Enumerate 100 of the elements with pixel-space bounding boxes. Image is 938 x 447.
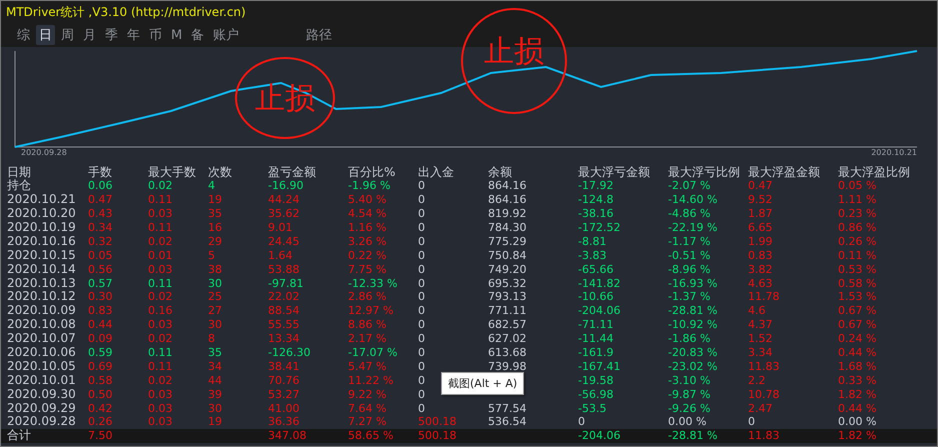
table-cell: 0.47 [748, 179, 772, 192]
date-cell: 2020.10.09 [7, 304, 76, 318]
table-cell: 0 [418, 388, 425, 401]
table-cell: 0 [418, 207, 425, 220]
table-cell: 24.45 [268, 234, 300, 248]
table-cell: -10.66 [578, 290, 614, 304]
table-cell: 0 [418, 290, 425, 304]
table-cell: 749.20 [488, 262, 526, 276]
date-cell: 2020.10.15 [7, 248, 76, 262]
table-cell: 0.57 [88, 276, 112, 290]
table-cell: 44.24 [268, 193, 300, 206]
table-cell: 0.02 [148, 234, 172, 248]
table-cell: 864.16 [488, 179, 526, 192]
table-cell: 500.18 [418, 415, 456, 428]
table-cell: 0.50 [88, 388, 112, 401]
table-cell: 0 [418, 248, 425, 262]
date-cell: 2020.10.21 [7, 193, 76, 206]
table-cell: 0.00 % [668, 415, 706, 428]
table-cell: -22.19 % [668, 221, 718, 234]
table-cell: -38.16 [578, 207, 614, 220]
table-cell: 0.03 [148, 388, 172, 401]
date-axis-label: 2020.09.28 [21, 148, 67, 157]
table-cell: 0.24 % [838, 332, 876, 346]
table-cell: -19.58 [578, 374, 614, 387]
column-header: 最大浮盈金额 [748, 165, 820, 179]
table-cell: 1.53 % [838, 290, 876, 304]
table-cell: 0.02 [148, 374, 172, 387]
table-cell: 3.34 [748, 346, 772, 360]
table-cell: 0 [418, 346, 425, 360]
table-cell: -28.81 % [668, 429, 718, 442]
tab[interactable]: 币 [146, 25, 165, 45]
table-cell: 7.75 % [348, 262, 386, 276]
table-cell: -0.51 % [668, 248, 710, 262]
table-cell: 5 [208, 248, 215, 262]
date-cell: 2020.10.08 [7, 318, 76, 332]
table-cell: 4.37 [748, 318, 772, 332]
table-cell: 0.05 % [838, 179, 876, 192]
table-cell: -10.92 % [668, 318, 718, 332]
table-cell: 70.76 [268, 374, 300, 387]
table-cell: 8.86 % [348, 318, 386, 332]
table-cell: 2.17 % [348, 332, 386, 346]
table-cell: 0.42 [88, 402, 112, 415]
table-cell: 0 [418, 318, 425, 332]
table-cell: 25 [208, 290, 222, 304]
tab[interactable]: 年 [124, 25, 143, 45]
tab[interactable]: 备 [188, 25, 208, 45]
table-cell: 0.86 % [838, 221, 876, 234]
table-cell: 0.11 % [838, 248, 876, 262]
table-cell: 0.43 [88, 207, 112, 220]
table-cell: 34 [208, 360, 222, 373]
table-cell: -167.41 [578, 360, 620, 373]
column-header: 百分比% [348, 165, 396, 179]
table-cell: -126.30 [268, 346, 310, 360]
table-cell: 4.54 % [348, 207, 386, 220]
table-cell: 0 [418, 179, 425, 192]
tab[interactable]: 月 [80, 25, 99, 45]
table-cell: 0 [418, 304, 425, 318]
date-cell: 2020.10.07 [7, 332, 76, 346]
table-cell: 0 [748, 415, 755, 428]
table-cell: -3.10 % [668, 374, 710, 387]
table-cell: 0.03 [148, 262, 172, 276]
table-cell: 38.41 [268, 360, 300, 373]
table-cell: -1.96 % [348, 179, 390, 192]
table-cell: 0.03 [148, 318, 172, 332]
table-cell: 41.00 [268, 402, 300, 415]
tab[interactable]: 账户 [210, 25, 242, 45]
table-cell: -1.37 % [668, 290, 710, 304]
table-cell: 0.11 [148, 276, 172, 290]
table-cell: 0.03 [148, 402, 172, 415]
tab[interactable]: M [168, 26, 186, 44]
table-cell: 0 [578, 415, 585, 428]
tab[interactable]: 路径 [303, 25, 336, 45]
date-cell: 2020.09.28 [7, 415, 76, 428]
table-cell: -204.06 [578, 429, 620, 442]
table-cell: -8.96 % [668, 262, 710, 276]
table-cell: 35 [208, 207, 222, 220]
table-cell: 784.30 [488, 221, 526, 234]
table-cell: 0.23 % [838, 207, 876, 220]
table-cell: 12.97 % [348, 304, 394, 318]
column-header: 出入金 [418, 165, 454, 179]
table-cell: -9.26 % [668, 402, 710, 415]
column-header: 最大浮盈比例 [838, 165, 910, 179]
table-cell: 3.26 % [348, 234, 386, 248]
tab[interactable]: 日 [36, 25, 55, 45]
table-cell: 5.40 % [348, 193, 386, 206]
table-cell: 0 [418, 360, 425, 373]
tab[interactable]: 综 [14, 25, 33, 45]
table-cell: 0.00 % [838, 415, 876, 428]
column-header: 日期 [7, 165, 31, 179]
table-cell: 38 [208, 262, 222, 276]
table-cell: -11.44 [578, 332, 614, 346]
column-header: 余额 [488, 165, 512, 179]
table-cell: 864.16 [488, 193, 526, 206]
tab[interactable]: 季 [102, 25, 121, 45]
date-cell: 持仓 [7, 179, 31, 192]
table-cell: 0.44 % [838, 346, 876, 360]
tab[interactable]: 周 [58, 25, 77, 45]
table-cell: 1.52 [748, 332, 772, 346]
table-cell: 0.11 [148, 193, 172, 206]
table-cell: 0.06 [88, 179, 112, 192]
